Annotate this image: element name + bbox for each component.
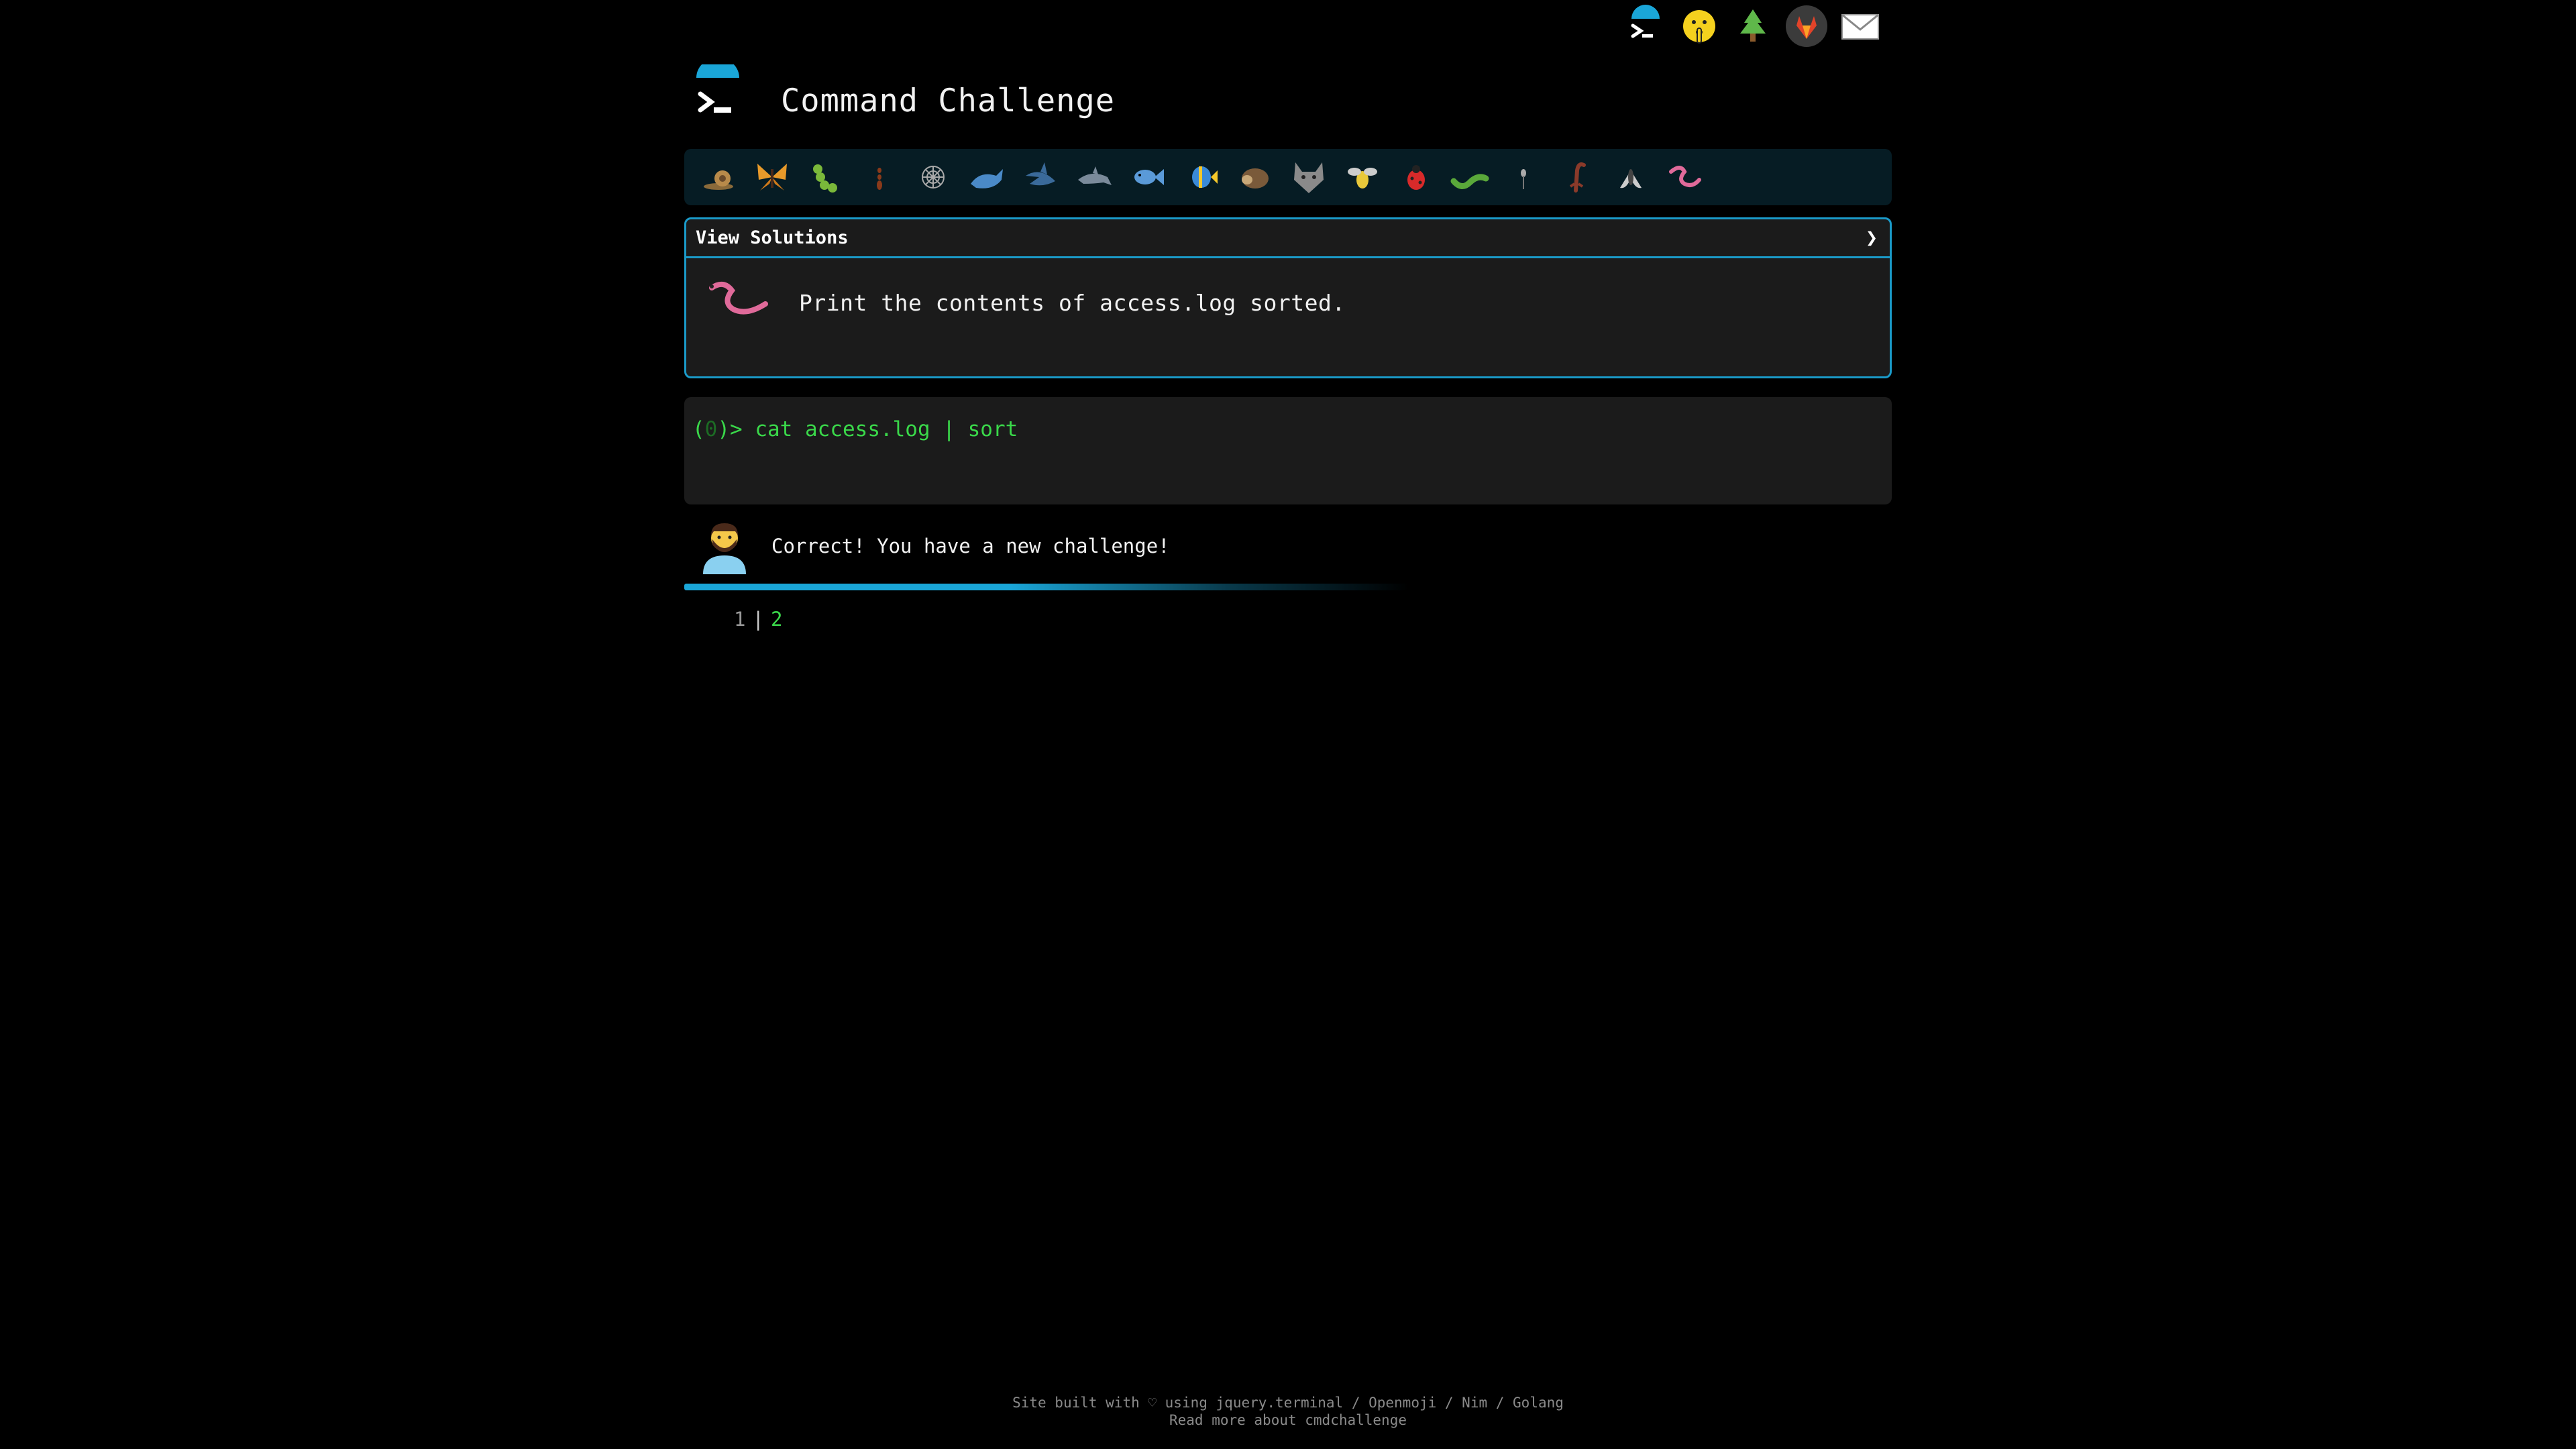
butterfly-icon[interactable] [750, 155, 794, 199]
footer: Site built with ♡ using jquery.terminal … [0, 1394, 2576, 1429]
spider-web-icon[interactable] [911, 155, 955, 199]
progress-bar [684, 584, 1409, 590]
wolf-icon[interactable] [1287, 155, 1331, 199]
footer-about-link[interactable]: Read more about cmdchallenge [1169, 1412, 1407, 1428]
fly-icon[interactable] [1609, 155, 1653, 199]
terminal-logo-icon[interactable] [684, 58, 754, 137]
bee-icon[interactable] [1340, 155, 1385, 199]
challenge-panel: View Solutions ❯ Print the contents of a… [684, 217, 1892, 378]
view-solutions-label: View Solutions [696, 227, 849, 248]
gitlab-icon[interactable] [1784, 4, 1829, 48]
header: Command Challenge [684, 58, 1116, 137]
pager-separator: | [752, 608, 764, 631]
challenge-description: Print the contents of access.log sorted. [686, 258, 1890, 331]
worm-green-icon[interactable] [1448, 155, 1492, 199]
terminal[interactable]: (0)> cat access.log | sort [684, 397, 1892, 504]
prompt-status: 0 [704, 417, 718, 441]
page-title: Command Challenge [781, 82, 1116, 119]
scorpion-icon[interactable] [1555, 155, 1599, 199]
caterpillar-icon[interactable] [804, 155, 848, 199]
prompt-open: ( [692, 417, 705, 441]
shark-icon[interactable] [1018, 155, 1063, 199]
fish-icon[interactable] [1126, 155, 1170, 199]
pager-item-current[interactable]: 2 [771, 608, 782, 631]
result-message: Correct! You have a new challenge! [698, 515, 1170, 577]
page: Command Challenge View Solutions ❯ Print… [0, 0, 2576, 1449]
terminal-logo-icon[interactable] [1623, 4, 1668, 48]
envelope-icon[interactable] [1838, 4, 1882, 48]
dolphin-icon[interactable] [1072, 155, 1116, 199]
hedgehog-icon[interactable] [1233, 155, 1277, 199]
view-solutions-toggle[interactable]: View Solutions ❯ [686, 219, 1890, 258]
challenge-pager: 1 | 2 [734, 608, 782, 631]
ant-icon[interactable] [857, 155, 902, 199]
chevron-right-icon: ❯ [1865, 226, 1878, 250]
ladybug-icon[interactable] [1394, 155, 1438, 199]
footer-credits-link[interactable]: Site built with ♡ using jquery.terminal … [1012, 1395, 1564, 1411]
prompt-close: )> [717, 417, 755, 441]
mosquito-icon[interactable] [1501, 155, 1546, 199]
tropical-fish-icon[interactable] [1179, 155, 1224, 199]
top-nav [1623, 4, 1882, 48]
worm-icon[interactable] [1662, 155, 1707, 199]
challenge-task-text: Print the contents of access.log sorted. [799, 289, 1346, 316]
whale-icon[interactable] [965, 155, 1009, 199]
worm-icon [702, 274, 775, 331]
challenge-bar [684, 149, 1892, 205]
snail-icon[interactable] [696, 155, 741, 199]
command-text: cat access.log | sort [755, 417, 1018, 441]
shushing-face-icon[interactable] [1677, 4, 1721, 48]
evergreen-tree-icon[interactable] [1731, 4, 1775, 48]
result-text: Correct! You have a new challenge! [771, 535, 1170, 557]
pager-item-done[interactable]: 1 [734, 608, 745, 631]
man-avatar-icon [698, 515, 751, 577]
